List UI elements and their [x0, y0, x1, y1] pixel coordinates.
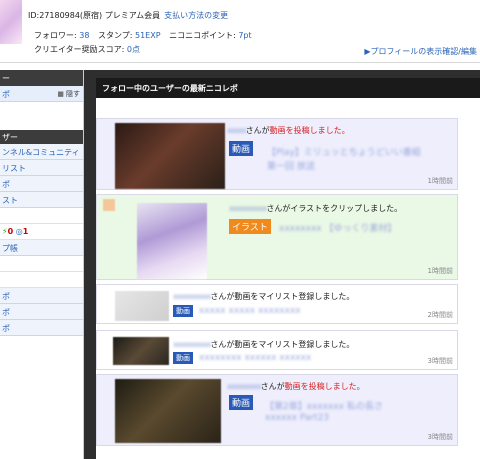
video-thumbnail[interactable] [113, 337, 169, 365]
panel-title: フォロー中のユーザーの最新ニコレポ [96, 78, 480, 98]
sidebar-spacer [0, 102, 83, 130]
user-id: ID:27180984(原宿) プレミアム会員 [28, 11, 161, 20]
red-count: 0 [7, 227, 14, 236]
feed-item-header: xxxxxxxxxxさんが動画をマイリスト登録しました。 [173, 339, 354, 350]
sidebar-notification-icons[interactable]: ⚡0 ◎1 [0, 224, 83, 240]
feed-item-title[interactable]: xxxxx xxxxx xxxxxxxx [199, 306, 301, 316]
creator-score-line: クリエイター奨励スコア: 0点 [34, 44, 140, 55]
feed-item-header: xxxxxさんが動画を投稿しました。 [227, 125, 350, 136]
feed-item-time: 1時間前 [427, 177, 453, 185]
sidebar-user-header: ザー [0, 130, 83, 144]
video-badge: 動画 [173, 305, 193, 317]
sidebar-item-list[interactable]: リスト [0, 160, 83, 176]
feed-item-title[interactable]: 【Play】ミリュッとちょうどいい番組 [267, 145, 421, 158]
nicorepo-panel: フォロー中のユーザーの最新ニコレポ xxxxxさんが動画を投稿しました。 動画 … [96, 78, 480, 459]
feed-user-name[interactable]: xxxxx [227, 126, 247, 135]
user-stats-line: フォロワー: 38 スタンプ: 51EXP ニコニコポイント: 7pt [34, 30, 252, 41]
user-id-line: ID:27180984(原宿) プレミアム会員 支払い方法の変更 [28, 10, 228, 21]
profile-edit-link[interactable]: ▶プロフィールの表示確認/編集 [364, 46, 477, 57]
feed-action-highlight: 動画を投稿しました。 [284, 382, 365, 391]
followers-label: フォロワー: [34, 31, 77, 40]
stamps-label: スタンプ: [97, 31, 133, 40]
feed-item-title[interactable]: xxxxxxxx 【ゆっくり素材】 [279, 221, 396, 234]
feed-item-title-2[interactable]: xxxxxx Part23 [265, 413, 329, 423]
video-thumbnail[interactable] [115, 291, 169, 321]
feed-user-name[interactable]: xxxxxxxxx [227, 382, 262, 391]
points-label: ニコニコポイント: [169, 31, 236, 40]
feed-item-time: 3時間前 [427, 433, 453, 441]
creator-score-value[interactable]: 0点 [127, 45, 140, 54]
sidebar-item-a[interactable]: ポ [0, 288, 83, 304]
followers-count[interactable]: 38 [79, 31, 89, 40]
video-badge: 動画 [229, 395, 254, 410]
sidebar-item-channel[interactable]: ンネル&コミュニティ [0, 144, 83, 160]
feed-action: さんがイラストをクリップしました。 [266, 204, 403, 213]
sidebar: ー ポ 隠す ザー ンネル&コミュニティ リスト ポ スト ⚡0 ◎1 プ帳 ポ… [0, 70, 84, 459]
payment-change-link[interactable]: 支払い方法の変更 [164, 11, 228, 20]
sidebar-item-post[interactable]: スト [0, 192, 83, 208]
sidebar-blank [0, 208, 83, 224]
illust-badge: イラスト [229, 219, 271, 234]
feed-item[interactable]: xxxxxxxxxさんが動画を投稿しました。 動画 【第2章】xxxxxxx 私… [96, 374, 458, 446]
sidebar-blank-2 [0, 256, 83, 272]
feed-item-header: xxxxxxxxxxさんが動画をマイリスト登録しました。 [173, 291, 354, 302]
feed-item-title[interactable]: xxxxxxxx xxxxxx xxxxxx [199, 353, 311, 363]
feed-item[interactable]: xxxxxxxxxxさんが動画をマイリスト登録しました。 動画 xxxxxxxx… [96, 330, 458, 370]
illust-thumbnail[interactable] [137, 203, 207, 279]
circle-icon: ◎ [15, 227, 23, 236]
feed-item[interactable]: xxxxxさんが動画を投稿しました。 動画 【Play】ミリュッとちょうどいい番… [96, 118, 458, 190]
sidebar-item-nicorepo[interactable]: ポ 隠す [0, 86, 83, 102]
blue-count: 1 [22, 227, 29, 236]
feed-item-title[interactable]: 【第2章】xxxxxxx 私の長さ [265, 399, 383, 412]
feed-action: さんが [245, 126, 270, 135]
user-avatar[interactable] [0, 0, 22, 44]
feed-item[interactable]: xxxxxxxxxxさんがイラストをクリップしました。 イラスト xxxxxxx… [96, 194, 458, 280]
sidebar-blank-3 [0, 272, 83, 288]
video-thumbnail[interactable] [115, 379, 221, 443]
feed-action: さんが動画をマイリスト登録しました。 [210, 292, 355, 301]
sidebar-item-repo[interactable]: ポ [0, 176, 83, 192]
feed-item-time: 3時間前 [427, 357, 453, 365]
feed-item-header: xxxxxxxxxさんが動画を投稿しました。 [227, 381, 365, 392]
sidebar-item-clip[interactable]: プ帳 [0, 240, 83, 256]
feed-action: さんが [260, 382, 285, 391]
feed-item-title-2[interactable]: 第一回 放送 [267, 159, 315, 172]
feed-user-name[interactable]: xxxxxxxxxx [173, 292, 211, 301]
illust-avatar[interactable] [103, 199, 115, 211]
header-divider [0, 62, 480, 63]
profile-header: ID:27180984(原宿) プレミアム会員 支払い方法の変更 フォロワー: 3… [0, 0, 480, 70]
feed-item-time: 2時間前 [427, 311, 453, 319]
feed-action-highlight: 動画を投稿しました。 [269, 126, 350, 135]
sidebar-item-label: ポ [2, 90, 10, 99]
feed-user-name[interactable]: xxxxxxxxxx [173, 340, 211, 349]
sidebar-item-c[interactable]: ポ [0, 320, 83, 336]
creator-score-label: クリエイター奨励スコア: [34, 45, 125, 54]
feed-item-time: 1時間前 [427, 267, 453, 275]
hide-button[interactable]: 隠す [57, 89, 80, 99]
feed-item-header: xxxxxxxxxxさんがイラストをクリップしました。 [229, 203, 402, 214]
feed-item[interactable]: xxxxxxxxxxさんが動画をマイリスト登録しました。 動画 xxxxx xx… [96, 284, 458, 324]
video-badge: 動画 [173, 352, 193, 364]
feed-user-name[interactable]: xxxxxxxxxx [229, 204, 267, 213]
points-value[interactable]: 7pt [238, 31, 251, 40]
sidebar-header: ー [0, 70, 83, 86]
stamps-value[interactable]: 51EXP [135, 31, 161, 40]
video-badge: 動画 [229, 141, 254, 156]
sidebar-item-b[interactable]: ポ [0, 304, 83, 320]
feed-action: さんが動画をマイリスト登録しました。 [210, 340, 355, 349]
video-thumbnail[interactable] [115, 123, 225, 189]
